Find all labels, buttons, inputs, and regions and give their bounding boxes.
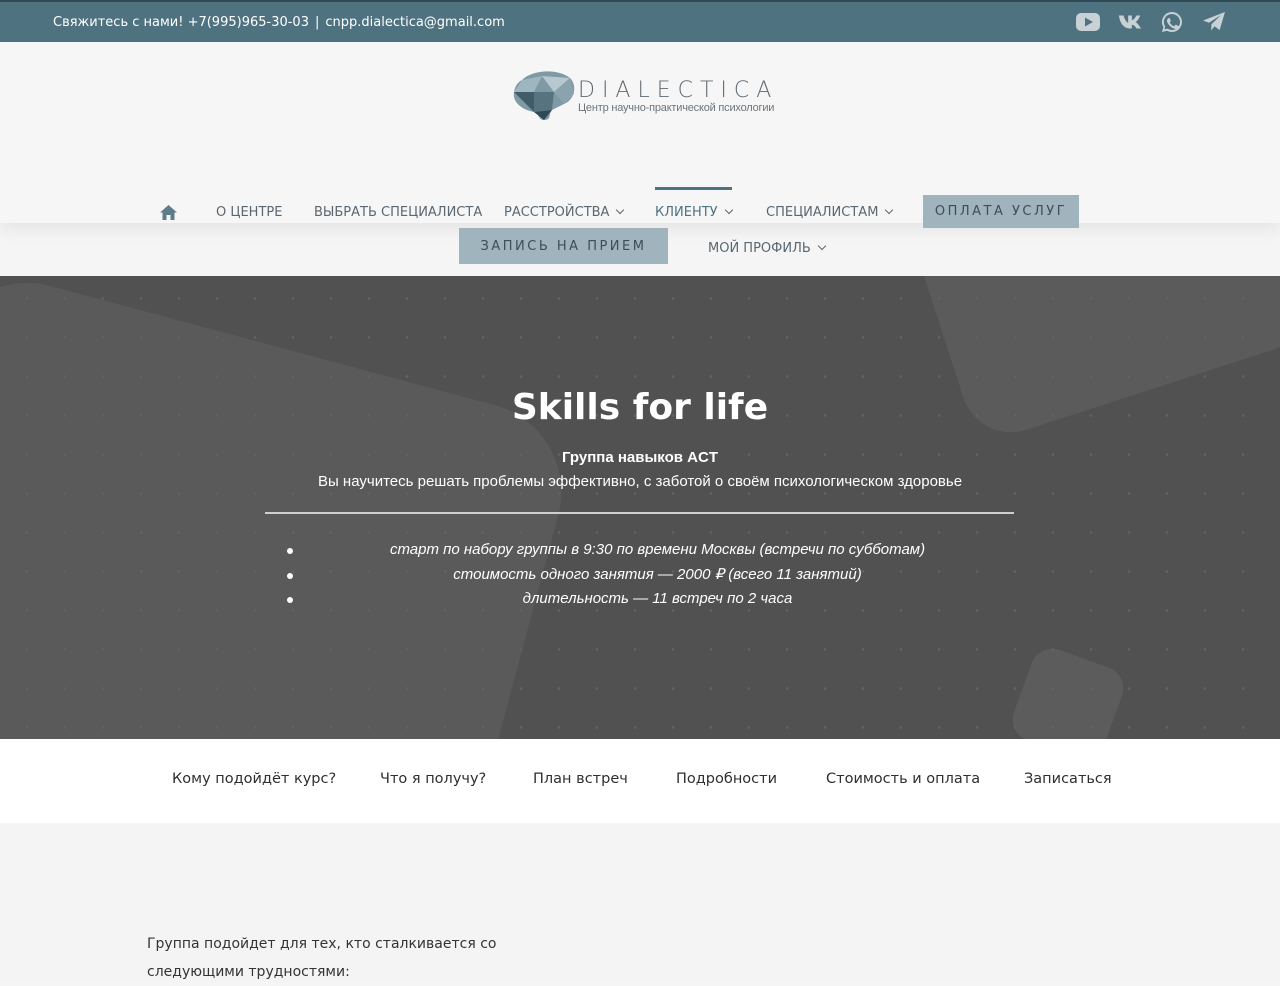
nav-disorders-label: РАССТРОЙСТВА — [504, 205, 610, 220]
hero-subtitle: Группа навыков ACT — [562, 449, 718, 466]
vk-icon[interactable] — [1118, 10, 1142, 34]
section-link-what-i-get[interactable]: Что я получу? — [380, 771, 486, 787]
hero-title: Skills for life — [511, 387, 769, 428]
brain-logo-icon — [513, 71, 575, 120]
hero-section: Skills for life Группа навыков ACT Вы на… — [0, 276, 1280, 739]
contact-email[interactable]: cnpp.dialectica@gmail.com — [325, 15, 504, 30]
hero-bullet-text: стоимость одного занятия — 2000 ₽ (всего… — [453, 565, 862, 583]
list-item: стоимость одного занятия — 2000 ₽ (всего… — [0, 563, 1280, 588]
nav-my-profile-label: МОЙ ПРОФИЛЬ — [708, 241, 811, 256]
book-appointment-button[interactable]: ЗАПИСЬ НА ПРИЕМ — [459, 228, 668, 264]
contact-separator: | — [314, 14, 320, 30]
hero-dot-pattern — [0, 276, 1280, 739]
nav-client-label: КЛИЕНТУ — [655, 205, 718, 220]
list-item: старт по набору группы в 9:30 по времени… — [0, 538, 1280, 563]
bullet-icon — [287, 572, 293, 579]
pay-services-button[interactable]: ОПЛАТА УСЛУГ — [923, 195, 1079, 228]
section-link-meeting-plan[interactable]: План встреч — [533, 771, 628, 787]
chevron-down-icon — [817, 241, 827, 251]
nav-client[interactable]: КЛИЕНТУ — [655, 187, 733, 220]
hero-divider — [265, 512, 1014, 514]
section-link-details[interactable]: Подробности — [676, 771, 777, 787]
nav-choose-specialist-label: ВЫБРАТЬ СПЕЦИАЛИСТА — [314, 205, 483, 220]
site-header: DIALECTICA Центр научно-практической пси… — [0, 42, 1280, 264]
chevron-down-icon — [616, 205, 625, 215]
nav-specialists[interactable]: СПЕЦИАЛИСТАМ — [766, 205, 894, 220]
hero-bullet-text: длительность — 11 встреч по 2 часа — [522, 590, 793, 607]
list-item: длительность — 11 встреч по 2 часа — [0, 587, 1280, 612]
section-link-cost-payment[interactable]: Стоимость и оплата — [826, 771, 980, 787]
nav-specialists-label: СПЕЦИАЛИСТАМ — [766, 205, 879, 220]
home-icon[interactable] — [160, 205, 177, 225]
nav-choose-specialist[interactable]: ВЫБРАТЬ СПЕЦИАЛИСТА — [314, 205, 482, 220]
youtube-icon[interactable] — [1076, 10, 1100, 34]
nav-about-label: О ЦЕНТРЕ — [216, 205, 283, 220]
telegram-icon[interactable] — [1202, 10, 1226, 34]
hero-bullet-text: старт по набору группы в 9:30 по времени… — [389, 541, 926, 558]
content-section: Группа подойдет для тех, кто сталкиваетс… — [0, 823, 1280, 981]
contact-phone[interactable]: Свяжитесь с нами! +7(995)965-30-03 — [53, 15, 309, 30]
nav-about[interactable]: О ЦЕНТРЕ — [216, 205, 282, 220]
bullet-icon — [287, 548, 293, 554]
hero-description: Вы научитесь решать проблемы эффективно,… — [317, 473, 963, 490]
nav-my-profile[interactable]: МОЙ ПРОФИЛЬ — [708, 241, 827, 256]
chevron-down-icon — [724, 205, 733, 215]
bullet-icon — [287, 597, 293, 603]
section-link-sign-up[interactable]: Записаться — [1024, 771, 1112, 787]
top-contact-bar: Свяжитесь с нами! +7(995)965-30-03 | cnp… — [0, 0, 1280, 42]
logo-name: DIALECTICA — [578, 78, 779, 103]
nav-disorders[interactable]: РАССТРОЙСТВА — [504, 205, 625, 220]
contact-info: Свяжитесь с нами! +7(995)965-30-03 | cnp… — [53, 15, 505, 30]
intro-paragraph: Группа подойдет для тех, кто сталкиваетс… — [147, 936, 497, 980]
section-link-who-fits[interactable]: Кому подойдёт курс? — [172, 771, 336, 787]
whatsapp-icon[interactable] — [1160, 10, 1184, 34]
social-links — [1076, 10, 1226, 34]
page-section-nav: Кому подойдёт курс? Что я получу? План в… — [0, 739, 1280, 823]
logo-subtitle: Центр научно-практической психологии — [578, 102, 775, 114]
site-logo[interactable]: DIALECTICA Центр научно-практической пси… — [512, 70, 778, 122]
chevron-down-icon — [885, 205, 894, 215]
hero-bullet-list: старт по набору группы в 9:30 по времени… — [0, 538, 1280, 612]
